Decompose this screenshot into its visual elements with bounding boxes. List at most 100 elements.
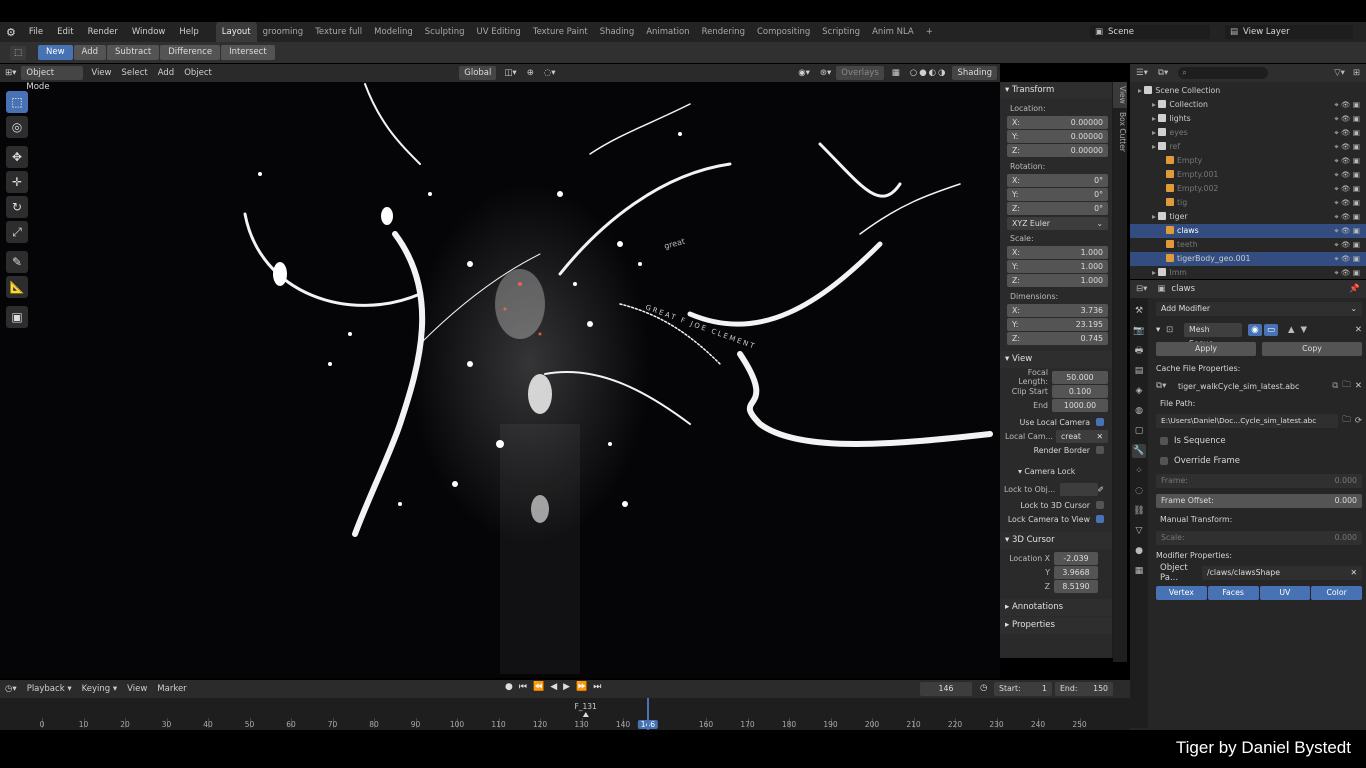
menu-marker[interactable]: Marker — [152, 680, 191, 698]
world-tab-icon[interactable]: ◍ — [1132, 404, 1146, 418]
tab-view[interactable]: View — [1113, 82, 1127, 108]
folder-icon[interactable]: 🗀 — [1342, 414, 1351, 428]
visibility-toggles[interactable]: ⌖ 👁 ▣ — [1334, 210, 1360, 224]
tab-scripting[interactable]: Scripting — [816, 22, 866, 42]
proportional-icon[interactable]: ◌▾ — [539, 64, 561, 82]
rotation-x-field[interactable]: X: 0° — [1007, 174, 1108, 187]
cursor-icon[interactable]: ◎ — [6, 116, 28, 138]
particles-tab-icon[interactable]: ⁘ — [1132, 464, 1146, 478]
clip-start-field[interactable]: 0.100 — [1052, 384, 1108, 398]
rotation-z-field[interactable]: Z: 0° — [1007, 202, 1108, 215]
constraints-tab-icon[interactable]: ⛓ — [1132, 504, 1146, 518]
3d-viewport[interactable]: great GREAT F JOE CLEMENT — [0, 64, 1000, 678]
pivot-icon[interactable]: ◫▾ — [499, 64, 521, 82]
outliner-row[interactable]: Empty.001 ⌖ 👁 ▣ — [1130, 168, 1366, 182]
copy-button[interactable]: Copy — [1262, 342, 1362, 356]
override-frame-checkbox[interactable] — [1160, 457, 1168, 465]
menu-file[interactable]: File — [22, 22, 50, 42]
viewport-toggle-icon[interactable]: ▭ — [1264, 324, 1278, 336]
visibility-toggles[interactable]: ⌖ 👁 ▣ — [1334, 196, 1360, 210]
annotate-icon[interactable]: ✎ — [6, 251, 28, 273]
render-border-checkbox[interactable] — [1096, 446, 1104, 454]
render-tab-icon[interactable]: 📷 — [1132, 324, 1146, 338]
camera-lock-header[interactable]: ▾ Camera Lock — [1000, 463, 1112, 479]
texture-tab-icon[interactable]: ▦ — [1132, 564, 1146, 578]
visibility-toggles[interactable]: ⌖ 👁 ▣ — [1334, 98, 1360, 112]
play-icon[interactable]: ▶ — [563, 682, 570, 692]
properties-editor-icon[interactable]: ⊟▾ — [1136, 284, 1147, 294]
object-path-field[interactable]: /claws/clawsShape ✕ — [1202, 566, 1362, 580]
menu-object[interactable]: Object — [179, 64, 217, 82]
pin-icon[interactable]: 📌 — [1349, 284, 1360, 294]
visibility-toggles[interactable]: ⌖ 👁 ▣ — [1334, 168, 1360, 182]
editor-type-icon[interactable]: ⊞▾ — [0, 64, 21, 82]
is-sequence-row[interactable]: Is Sequence — [1156, 434, 1362, 448]
visibility-toggles[interactable]: ⌖ 👁 ▣ — [1334, 154, 1360, 168]
play-reverse-icon[interactable]: ◀ — [550, 682, 557, 692]
frame-offset-field[interactable]: Frame Offset: 0.000 — [1156, 494, 1362, 508]
add-cube-icon[interactable]: ▣ — [6, 306, 28, 328]
subtract-button[interactable]: Subtract — [107, 45, 160, 60]
menu-window[interactable]: Window — [125, 22, 173, 42]
frame-field[interactable]: Frame: 0.000 — [1156, 474, 1362, 488]
menu-render[interactable]: Render — [81, 22, 125, 42]
current-frame-field[interactable]: 146 — [920, 682, 972, 696]
tab-animation[interactable]: Animation — [640, 22, 695, 42]
select-tool-icon[interactable]: ⬚ — [10, 45, 26, 60]
unlink-icon[interactable]: ✕ — [1355, 381, 1362, 391]
next-keyframe-icon[interactable]: ⏩ — [576, 682, 587, 692]
difference-button[interactable]: Difference — [160, 45, 221, 60]
tab-grooming[interactable]: grooming — [257, 22, 310, 42]
mode-dropdown[interactable]: Object Mode — [21, 66, 84, 92]
outliner-search[interactable]: ⌕ — [1178, 67, 1269, 79]
close-icon[interactable]: ✕ — [1096, 430, 1103, 443]
gizmo-icon[interactable]: ⊛▾ — [815, 64, 836, 82]
cursor-y-field[interactable]: 3.9668 — [1054, 565, 1098, 579]
tab-texture-paint[interactable]: Texture Paint — [527, 22, 594, 42]
translate-icon[interactable]: ✛ — [6, 171, 28, 193]
tab-texture-full[interactable]: Texture full — [309, 22, 368, 42]
cache-file-icon[interactable]: ⧉▾ — [1156, 381, 1178, 391]
properties-header[interactable]: ▸ Properties — [1000, 617, 1112, 634]
clear-icon[interactable]: ✕ — [1350, 566, 1357, 580]
object-tab-icon[interactable]: ▢ — [1132, 424, 1146, 438]
menu-edit[interactable]: Edit — [50, 22, 80, 42]
render-toggle-icon[interactable]: ◉ — [1248, 324, 1262, 336]
menu-select[interactable]: Select — [116, 64, 152, 82]
outliner-row[interactable]: tig ⌖ 👁 ▣ — [1130, 196, 1366, 210]
outliner-row[interactable]: ▸ Scene Collection — [1130, 84, 1366, 98]
add-workspace-button[interactable]: + — [920, 22, 939, 42]
menu-timeline-view[interactable]: View — [122, 680, 152, 698]
dimensions-x-field[interactable]: X: 3.736 — [1007, 304, 1108, 317]
scene-tab-icon[interactable]: ◈ — [1132, 384, 1146, 398]
cache-file-name[interactable]: tiger_walkCycle_sim_latest.abc — [1178, 382, 1329, 391]
playhead[interactable] — [646, 698, 649, 730]
xray-icon[interactable]: ▦ — [887, 64, 905, 82]
location-y-field[interactable]: Y: 0.00000 — [1007, 130, 1108, 143]
start-frame-field[interactable]: Start: 1 — [994, 682, 1052, 696]
vertex-toggle[interactable]: Vertex — [1156, 586, 1207, 600]
display-mode-icon[interactable]: ⧉▾ — [1158, 68, 1168, 78]
transform-orientation-dropdown[interactable]: Global — [459, 66, 497, 80]
view-header[interactable]: ▾ View — [1000, 351, 1112, 368]
tab-rendering[interactable]: Rendering — [696, 22, 751, 42]
tab-anim-nla[interactable]: Anim NLA — [866, 22, 920, 42]
use-local-camera-row[interactable]: Use Local Camera — [1000, 415, 1112, 429]
tab-modeling[interactable]: Modeling — [368, 22, 419, 42]
outliner-row[interactable]: ▸ ref ⌖ 👁 ▣ — [1130, 140, 1366, 154]
scale-y-field[interactable]: Y: 1.000 — [1007, 260, 1108, 273]
prev-keyframe-icon[interactable]: ⏪ — [533, 682, 544, 692]
scale-field[interactable]: Scale: 0.000 — [1156, 531, 1362, 545]
cursor-z-field[interactable]: 8.5190 — [1054, 579, 1098, 593]
intersect-button[interactable]: Intersect — [221, 45, 275, 60]
local-camera-field[interactable]: creat ✕ — [1056, 429, 1108, 443]
focal-length-field[interactable]: 50.000 — [1052, 370, 1108, 384]
blender-logo-icon[interactable]: ⚙ — [0, 26, 22, 39]
visibility-toggles[interactable]: ⌖ 👁 ▣ — [1334, 126, 1360, 140]
overlays-dropdown[interactable]: Overlays — [836, 66, 884, 80]
outliner-row[interactable]: ▸ Collection ⌖ 👁 ▣ — [1130, 98, 1366, 112]
tab-uv-editing[interactable]: UV Editing — [470, 22, 526, 42]
menu-playback[interactable]: Playback ▾ — [22, 680, 77, 698]
add-button[interactable]: Add — [73, 45, 107, 60]
view-layer-selector[interactable]: ▤ View Layer — [1225, 25, 1353, 39]
